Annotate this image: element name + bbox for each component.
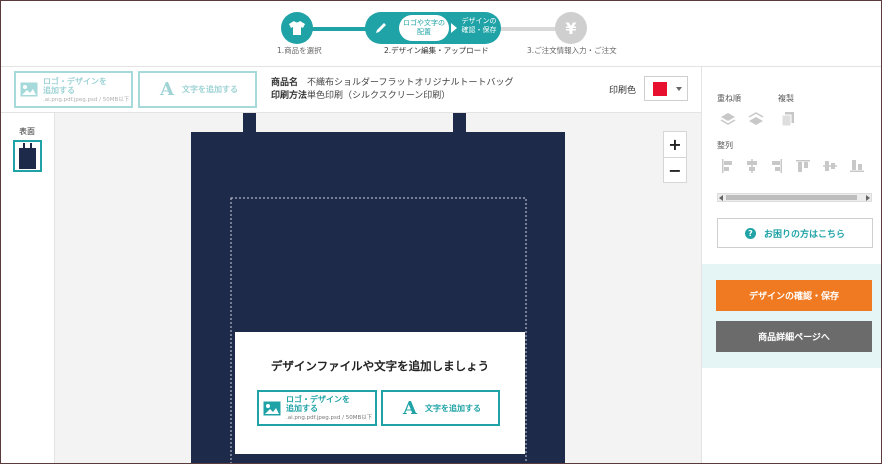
- step-2-sub-next: デザインの 確認・保存: [461, 17, 497, 34]
- layer-order-label: 重ね順: [717, 94, 741, 103]
- color-swatch: [653, 82, 667, 96]
- align-center-h-icon[interactable]: [744, 158, 760, 174]
- print-method: 単色印刷（シルクスクリーン印刷）: [307, 91, 451, 101]
- add-logo-button[interactable]: ロゴ・デザインを 追加する .ai.png.pdf.jpeg.psd / 50M…: [257, 390, 377, 426]
- zoom-out-button[interactable]: −: [664, 157, 686, 182]
- confirm-save-button[interactable]: デザインの確認・保存: [716, 280, 872, 311]
- image-icon: [20, 82, 38, 97]
- scroll-right-icon[interactable]: [866, 195, 870, 201]
- prompt-title: デザインファイルや文字を追加しましょう: [270, 359, 490, 373]
- step-2-pill[interactable]: ロゴや文字の 配置 デザインの 確認・保存: [365, 12, 501, 44]
- step-2-sub-active: ロゴや文字の 配置: [399, 15, 449, 41]
- tote-bag-thumbnail-icon: [19, 143, 36, 169]
- yen-icon: ¥: [565, 18, 577, 38]
- align-top-icon[interactable]: [795, 158, 811, 174]
- chevron-right-icon: [451, 23, 457, 33]
- add-text-button-disabled[interactable]: A 文字を追加する: [138, 71, 257, 108]
- add-logo-formats: .ai.png.pdf.jpeg.psd / 50MB以下: [43, 96, 130, 103]
- tshirt-icon: [289, 21, 305, 35]
- align-left-icon[interactable]: [720, 158, 736, 174]
- pencil-icon: [365, 12, 397, 44]
- letter-a-icon: A: [160, 79, 174, 100]
- align-scrollbar[interactable]: [717, 193, 872, 202]
- product-detail-button[interactable]: 商品詳細ページへ: [716, 321, 872, 352]
- add-logo-formats: .ai.png.pdf.jpeg.psd / 50MB以下: [286, 415, 373, 421]
- product-info: 商品名 不織布ショルダーフラットオリジナルトートバッグ 印刷方法単色印刷（シルクス…: [271, 77, 513, 103]
- front-side-thumbnail[interactable]: [13, 140, 42, 172]
- properties-sidebar: 重ね順 複製 整列 ? お困りの方はこちら デザインの確認・保存 商品詳細ページ…: [701, 67, 881, 463]
- align-label: 整列: [717, 141, 733, 150]
- add-logo-button-disabled[interactable]: ロゴ・デザインを 追加する .ai.png.pdf.jpeg.psd / 50M…: [14, 71, 133, 108]
- step-1-label: 1.商品を選択: [277, 46, 322, 55]
- step-1-circle[interactable]: [281, 12, 313, 44]
- help-label: お困りの方はこちら: [763, 229, 845, 240]
- add-logo-label: ロゴ・デザインを 追加する: [286, 395, 350, 413]
- design-canvas[interactable]: + − デザインファイルや文字を追加しましょう ロゴ・デザインを 追加する .a…: [55, 113, 701, 463]
- duplicate-icon[interactable]: [780, 111, 796, 127]
- product-name: 不織布ショルダーフラットオリジナルトートバッグ: [307, 78, 514, 88]
- add-text-label: 文字を追加する: [424, 403, 481, 413]
- duplicate-label: 複製: [778, 94, 794, 103]
- product-name-key: 商品名: [271, 78, 299, 88]
- step-3-circle[interactable]: ¥: [555, 12, 587, 44]
- zoom-controls: + −: [663, 131, 687, 183]
- side-thumbnails: 表面: [1, 113, 55, 463]
- progress-stepper: ロゴや文字の 配置 デザインの 確認・保存 ¥ 1.商品を選択 2.デザイン編集…: [1, 1, 881, 67]
- align-bottom-icon[interactable]: [849, 158, 865, 174]
- image-icon: [263, 401, 281, 415]
- print-method-key: 印刷方法: [271, 91, 308, 101]
- step-3-label: 3.ご注文情報入力・ご注文: [527, 46, 617, 55]
- print-color-label: 印刷色: [609, 86, 637, 96]
- chevron-down-icon: [676, 87, 682, 91]
- editor-toolbar: ロゴ・デザインを 追加する .ai.png.pdf.jpeg.psd / 50M…: [1, 67, 701, 113]
- print-color-select[interactable]: [644, 76, 688, 101]
- bring-forward-icon[interactable]: [720, 111, 736, 127]
- question-icon: ?: [744, 227, 756, 239]
- zoom-in-button[interactable]: +: [664, 132, 686, 157]
- scrollbar-thumb[interactable]: [726, 195, 857, 200]
- letter-a-icon: A: [403, 397, 417, 419]
- send-backward-icon[interactable]: [748, 111, 764, 127]
- align-right-icon[interactable]: [768, 158, 784, 174]
- add-logo-label: ロゴ・デザインを 追加する: [43, 76, 107, 95]
- action-area: デザインの確認・保存 商品詳細ページへ: [702, 264, 881, 368]
- app-frame: ロゴや文字の 配置 デザインの 確認・保存 ¥ 1.商品を選択 2.デザイン編集…: [0, 0, 882, 464]
- add-text-button[interactable]: A 文字を追加する: [381, 390, 500, 426]
- add-content-prompt: デザインファイルや文字を追加しましょう ロゴ・デザインを 追加する .ai.pn…: [235, 332, 525, 454]
- add-text-label: 文字を追加する: [181, 85, 238, 94]
- align-middle-v-icon[interactable]: [822, 158, 838, 174]
- help-button[interactable]: ? お困りの方はこちら: [717, 218, 873, 248]
- scroll-left-icon[interactable]: [719, 195, 723, 201]
- front-side-label: 表面: [19, 127, 35, 136]
- step-2-label: 2.デザイン編集・アップロード: [384, 46, 489, 55]
